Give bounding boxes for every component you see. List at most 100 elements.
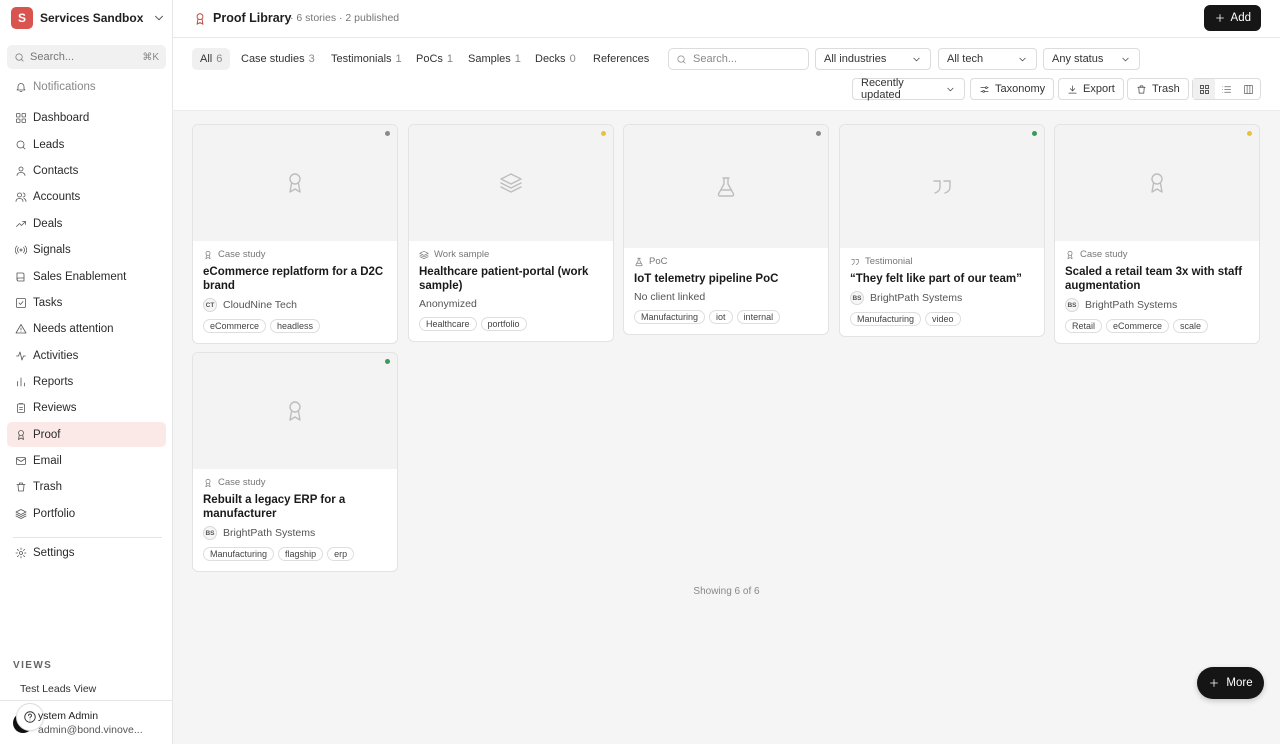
award-icon [1065,250,1075,260]
gear-icon [15,547,27,559]
chevron-down-icon [152,11,166,25]
card-title[interactable]: Rebuilt a legacy ERP for a manufacturer [203,493,387,521]
proof-card[interactable]: Case study Rebuilt a legacy ERP for a ma… [192,352,398,572]
client-name: BrightPath Systems [870,292,963,304]
sidebar-item-reports[interactable]: Reports [7,369,166,394]
proof-card[interactable]: Case study Scaled a retail team 3x with … [1054,124,1260,344]
card-title[interactable]: “They felt like part of our team” [850,272,1034,286]
tab-count: 0 [569,53,576,65]
sidebar-item-label: Email [33,454,62,467]
sidebar-item-label: Tasks [33,296,63,309]
sort-select[interactable]: Recently updated [852,77,965,101]
sidebar-search[interactable]: Search... ⌘K [7,45,166,69]
sidebar-item-signals[interactable]: Signals [7,237,166,262]
card-thumbnail [193,125,397,241]
sidebar-item-label: Needs attention [33,322,114,335]
card-type: Work sample [419,249,603,260]
view-link[interactable]: Test Leads View [20,683,96,695]
sidebar-item-portfolio[interactable]: Portfolio [7,501,166,526]
tech-select[interactable]: All tech [938,48,1037,70]
sidebar-item-tasks[interactable]: Tasks [7,290,166,315]
sidebar-item-activities[interactable]: Activities [7,343,166,368]
sidebar-item-contacts[interactable]: Contacts [7,158,166,183]
sidebar-item-email[interactable]: Email [7,448,166,473]
tab-references[interactable]: References [585,48,657,70]
proof-card[interactable]: Case study eCommerce replatform for a D2… [192,124,398,344]
tab-count: 1 [446,53,454,65]
card-title[interactable]: eCommerce replatform for a D2C brand [203,265,387,293]
tab-testimonials[interactable]: Testimonials 1 [323,48,410,70]
client-name: No client linked [634,291,706,303]
plus-icon [1214,12,1226,24]
card-body: Work sample Healthcare patient-portal (w… [409,241,613,341]
taxonomy-button[interactable]: Taxonomy [970,78,1055,100]
trash-button[interactable]: Trash [1127,78,1189,100]
tech-select-value: All tech [947,53,984,65]
sidebar-item-dashboard[interactable]: Dashboard [7,105,166,130]
trash-icon [15,481,27,493]
card-title[interactable]: Healthcare patient-portal (work sample) [419,265,603,293]
card-type: Testimonial [850,256,1034,267]
tab-count: 1 [395,53,402,65]
more-button-label: More [1226,677,1253,689]
sliders-icon [979,84,990,95]
sidebar-item-reviews[interactable]: Reviews [7,395,166,420]
tab-decks[interactable]: Decks 0 [527,48,584,70]
proof-card[interactable]: PoC IoT telemetry pipeline PoC No client… [623,124,829,335]
grid-view-button[interactable] [1193,79,1216,99]
sort-select-value: Recently updated [861,77,904,101]
sidebar-item-settings[interactable]: Settings [7,540,166,565]
list-view-button[interactable] [1215,79,1237,99]
sidebar-item-accounts[interactable]: Accounts [7,184,166,209]
workspace-switcher[interactable]: S Services Sandbox [11,7,166,29]
client-name: CloudNine Tech [223,299,297,311]
card-title[interactable]: IoT telemetry pipeline PoC [634,272,818,286]
tag-chip: Retail [1065,319,1103,333]
sidebar-item-label: Sales Enablement [33,270,127,283]
add-button[interactable]: Add [1203,5,1261,31]
chevron-down-icon [945,84,956,95]
sidebar-item-proof[interactable]: Proof [7,422,166,447]
views-heading: VIEWS [13,660,53,671]
tab-all[interactable]: All 6 [192,48,231,70]
sidebar-item-deals[interactable]: Deals [7,211,166,236]
award-icon [193,12,207,26]
tag-chip: Healthcare [419,317,477,331]
card-type-label: Case study [1080,249,1128,260]
taxonomy-label: Taxonomy [995,83,1046,95]
tab-samples[interactable]: Samples 1 [460,48,529,70]
tag-chip: flagship [278,547,324,561]
sidebar-item-trash[interactable]: Trash [7,474,166,499]
user-icon [15,165,27,177]
proof-card[interactable]: Work sample Healthcare patient-portal (w… [408,124,614,342]
sidebar-item-notifications[interactable]: Notifications [7,74,166,99]
help-icon [23,710,37,724]
sidebar-item-needs-attention[interactable]: Needs attention [7,316,166,341]
tab-case-studies[interactable]: Case studies 3 [233,48,323,70]
client-avatar: BS [203,526,217,540]
task-icon [15,297,27,309]
status-select[interactable]: Any status [1043,48,1140,70]
sidebar-divider [13,537,162,538]
user-profile[interactable]: ystem Admin admin@bond.vinove... [0,700,173,744]
flask-icon [714,175,738,199]
sidebar-item-leads[interactable]: Leads [7,132,166,157]
more-button[interactable]: More [1197,667,1264,699]
card-type-label: PoC [649,256,668,267]
download-icon [1067,84,1078,95]
award-icon [203,250,213,260]
card-tags: Healthcare portfolio [419,317,603,331]
chevron-down-icon [1120,54,1131,65]
trash-label: Trash [1152,83,1180,95]
proof-card[interactable]: Testimonial “They felt like part of our … [839,124,1045,337]
export-button[interactable]: Export [1058,78,1124,100]
layers-icon [15,508,27,520]
sidebar-item-sales-enablement[interactable]: Sales Enablement [7,264,166,289]
industry-select[interactable]: All industries [815,48,931,70]
board-view-button[interactable] [1238,79,1260,99]
tab-pocs[interactable]: PoCs 1 [408,48,461,70]
search-placeholder: Search... [693,53,738,65]
search-input[interactable]: Search... [668,48,809,70]
tab-count: 6 [216,53,223,65]
card-title[interactable]: Scaled a retail team 3x with staff augme… [1065,265,1249,293]
